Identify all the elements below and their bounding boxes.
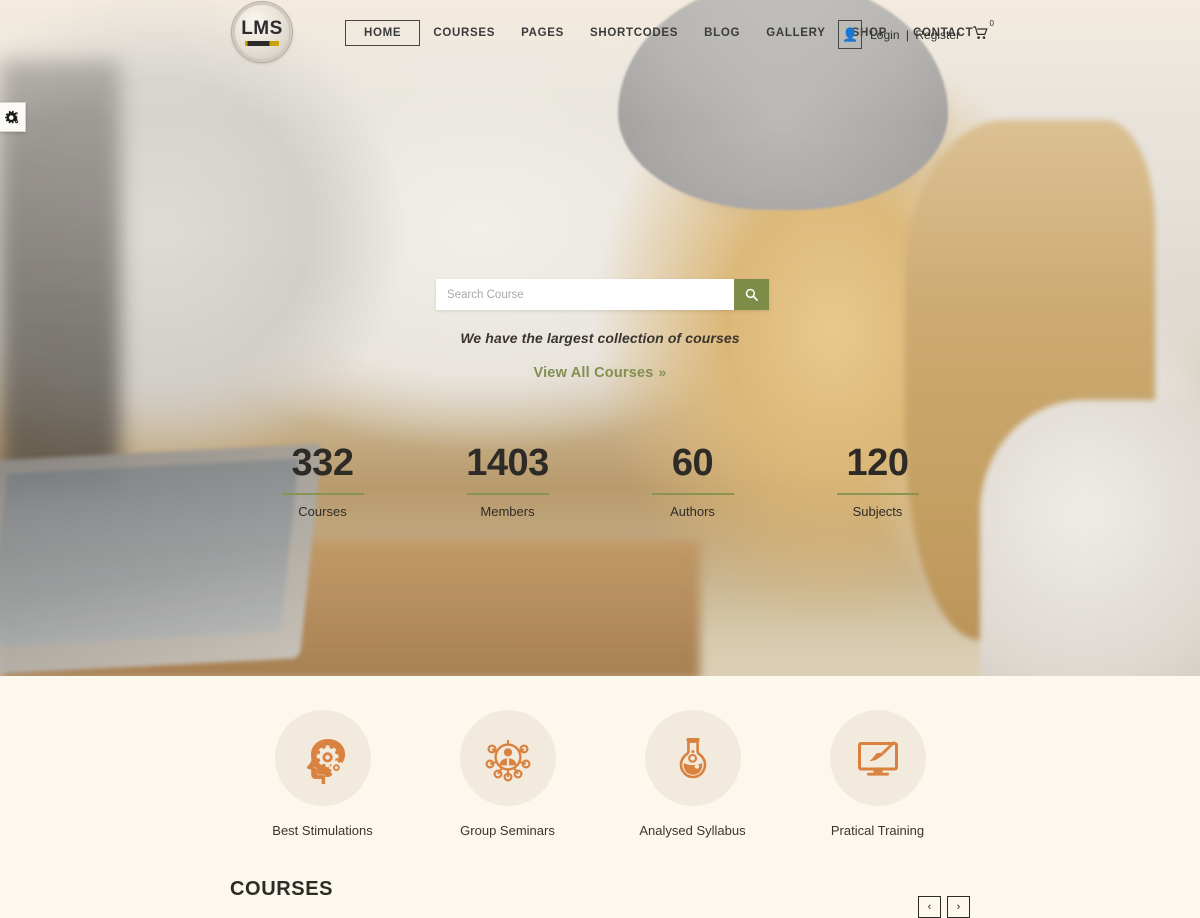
counter-value: 60: [671, 442, 714, 484]
chevron-right-icon: »: [658, 364, 667, 380]
feature-label: Best Stimulations: [272, 823, 373, 838]
nav-item-shortcodes[interactable]: SHORTCODES: [577, 20, 691, 46]
search-icon: [745, 288, 758, 301]
login-link[interactable]: Login: [870, 28, 899, 42]
courses-section: COURSES ‹ ›: [0, 856, 1200, 918]
features-row: Best Stimulations Group Seminars Analyse…: [0, 676, 1200, 838]
nav-item-blog[interactable]: BLOG: [691, 20, 753, 46]
logo-text: LMS: [241, 17, 283, 39]
courses-section-header: COURSES ‹ ›: [0, 856, 1200, 918]
counter-label: Authors: [670, 503, 715, 519]
carousel-prev-button[interactable]: ‹: [918, 896, 941, 918]
counter-members: 1403 Members: [415, 442, 600, 519]
view-all-courses-link[interactable]: View All Courses»: [533, 364, 667, 381]
site-logo[interactable]: LMS: [232, 2, 292, 62]
course-search-form: [436, 279, 769, 310]
hero-banner: LMS HOME COURSES PAGES SHORTCODES BLOG G…: [0, 0, 1200, 676]
cart-count-badge: 0: [989, 19, 994, 28]
counter-rule: [651, 492, 734, 495]
nav-item-home[interactable]: HOME: [345, 20, 421, 46]
counter-value: 1403: [466, 442, 549, 484]
network-person-icon: [484, 740, 530, 782]
counter-label: Members: [480, 503, 535, 519]
counter-label: Subjects: [852, 503, 903, 519]
feature-group-seminars: Group Seminars: [415, 710, 600, 838]
settings-gears-icon: [5, 110, 19, 123]
counter-rule: [836, 492, 919, 495]
hero-tagline: We have the largest collection of course…: [460, 330, 740, 346]
nav-item-gallery[interactable]: GALLERY: [753, 20, 838, 46]
feature-icon-circle[interactable]: [274, 710, 371, 806]
logo-progress-bar: [245, 40, 279, 46]
features-section: Best Stimulations Group Seminars Analyse…: [0, 676, 1200, 856]
nav-item-pages[interactable]: PAGES: [508, 20, 577, 46]
account-area: 👤 Login | Register 0: [838, 19, 994, 49]
feature-icon-circle[interactable]: [644, 710, 741, 806]
counter-value: 120: [846, 442, 909, 484]
feature-label: Pratical Training: [830, 823, 925, 838]
counter-label: Courses: [298, 503, 347, 519]
auth-separator: |: [905, 27, 909, 42]
feature-icon-circle[interactable]: [459, 710, 556, 806]
view-all-courses-wrap: View All Courses»: [0, 364, 1200, 382]
user-account-button[interactable]: 👤: [838, 20, 863, 49]
feature-pratical-training: Pratical Training: [785, 710, 970, 838]
counter-value: 332: [291, 442, 354, 484]
counter-courses: 332 Courses: [230, 442, 415, 519]
nav-item-courses[interactable]: COURSES: [420, 20, 508, 46]
counter-subjects: 120 Subjects: [785, 442, 970, 519]
search-submit-button[interactable]: [734, 279, 769, 310]
statistics-counters: 332 Courses 1403 Members 60 Authors 120 …: [0, 442, 1200, 519]
feature-label: Analysed Syllabus: [639, 823, 746, 838]
monitor-brush-icon: [857, 741, 898, 776]
counter-rule: [281, 492, 364, 495]
register-link[interactable]: Register: [915, 28, 960, 42]
courses-title: COURSES: [230, 878, 334, 900]
cart-icon: [973, 26, 988, 39]
site-header: LMS HOME COURSES PAGES SHORTCODES BLOG G…: [0, 0, 1200, 70]
search-input[interactable]: [436, 279, 734, 310]
cart-button[interactable]: 0: [973, 19, 994, 43]
flask-icon: [679, 738, 706, 779]
counter-authors: 60 Authors: [600, 442, 785, 519]
carousel-next-button[interactable]: ›: [947, 896, 970, 918]
courses-carousel-nav: ‹ ›: [918, 896, 970, 918]
view-all-courses-label: View All Courses: [533, 365, 654, 381]
settings-panel-toggle[interactable]: [0, 102, 26, 132]
user-icon: 👤: [842, 27, 859, 42]
feature-analysed-syllabus: Analysed Syllabus: [600, 710, 785, 838]
feature-icon-circle[interactable]: [829, 710, 926, 806]
feature-label: Group Seminars: [460, 823, 555, 838]
feature-best-stimulations: Best Stimulations: [230, 710, 415, 838]
auth-links: Login | Register: [870, 28, 960, 42]
head-gears-icon: [306, 739, 345, 784]
counter-rule: [466, 492, 549, 495]
